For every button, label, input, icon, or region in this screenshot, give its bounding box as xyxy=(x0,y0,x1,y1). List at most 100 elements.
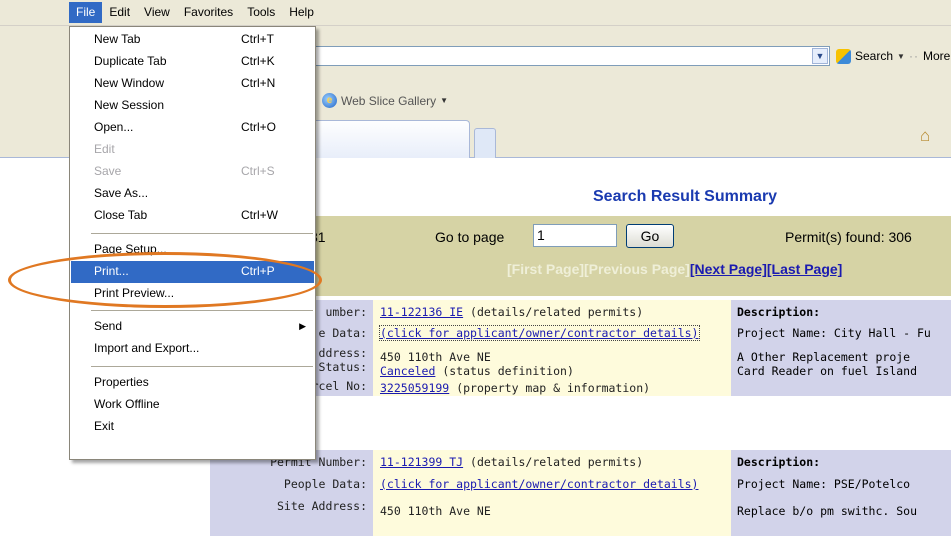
permits-found-count: Permit(s) found: 306 xyxy=(785,229,912,245)
menu-item-new-tab[interactable]: New Tab Ctrl+T xyxy=(71,29,314,51)
home-icon[interactable]: ⌂ xyxy=(920,126,940,146)
menu-item-close-tab[interactable]: Close Tab Ctrl+W xyxy=(71,205,314,227)
pager-last[interactable]: [Last Page] xyxy=(767,261,842,277)
people-data-link[interactable]: (click for applicant/owner/contractor de… xyxy=(380,477,699,491)
more-button[interactable]: More xyxy=(923,49,950,63)
permit-number-link[interactable]: 11-121399 TJ xyxy=(380,455,463,469)
menu-item-label: New Window xyxy=(94,76,165,90)
search-dropdown-icon[interactable]: ▼ xyxy=(897,52,905,61)
menu-item-shortcut: Ctrl+T xyxy=(241,32,274,46)
menu-item-send[interactable]: Send ▶ xyxy=(71,316,314,338)
label-status: Status: xyxy=(318,360,367,374)
menu-item-label: Send xyxy=(94,319,123,333)
record-description: Description: Project Name: City Hall - F… xyxy=(731,300,951,396)
label-people-data: People Data: xyxy=(283,477,367,491)
description-project-name: Project Name: PSE/Potelco xyxy=(737,477,911,491)
menu-item-save-as[interactable]: Save As... xyxy=(71,183,314,205)
description-text-line: A Other Replacement proje xyxy=(737,350,911,364)
site-address-value: 450 110th Ave NE xyxy=(380,350,491,364)
label-site-address: ddress: xyxy=(318,346,367,360)
menu-item-shortcut: Ctrl+O xyxy=(241,120,277,134)
menu-tools[interactable]: Tools xyxy=(240,2,282,23)
results-navigation-band: 31 Go to page 1 Go Permit(s) found: 306 … xyxy=(210,216,951,296)
menu-item-open[interactable]: Open... Ctrl+O xyxy=(71,117,314,139)
pager: [First Page][Previous Page][Next Page][L… xyxy=(507,261,842,277)
go-button[interactable]: Go xyxy=(626,224,674,248)
record-values: 11-122136 IE (details/related permits) (… xyxy=(373,300,731,396)
menu-item-label: Import and Export... xyxy=(94,341,200,355)
menu-favorites[interactable]: Favorites xyxy=(177,2,240,23)
menu-item-shortcut: Ctrl+S xyxy=(241,164,275,178)
record-description: Description: Project Name: PSE/Potelco R… xyxy=(731,450,951,536)
menu-separator xyxy=(91,233,313,234)
search-toolbar: Search ▼ ·· More xyxy=(836,46,950,66)
menu-help[interactable]: Help xyxy=(282,2,321,23)
menu-item-label: Duplicate Tab xyxy=(94,54,167,68)
menu-item-duplicate-tab[interactable]: Duplicate Tab Ctrl+K xyxy=(71,51,314,73)
address-input[interactable] xyxy=(300,46,830,66)
menu-item-label: New Tab xyxy=(94,32,141,46)
submenu-arrow-icon: ▶ xyxy=(299,321,306,331)
menu-item-shortcut: Ctrl+W xyxy=(241,208,278,222)
record-values: 11-121399 TJ (details/related permits) (… xyxy=(373,450,731,536)
web-slice-gallery-link[interactable]: e Web Slice Gallery ▼ xyxy=(322,93,448,108)
goto-page-input[interactable]: 1 xyxy=(533,224,617,247)
permit-number-link[interactable]: 11-122136 IE xyxy=(380,305,463,319)
label-people-data: e Data: xyxy=(318,326,367,340)
menu-item-label: Save As... xyxy=(94,186,149,200)
pager-first: [First Page] xyxy=(507,261,585,277)
permit-note: (details/related permits) xyxy=(470,455,644,469)
menu-item-import-export[interactable]: Import and Export... xyxy=(71,338,314,360)
label-permit-number: umber: xyxy=(325,305,367,319)
page-title: Search Result Summary xyxy=(593,188,778,205)
label-parcel-no: rcel No: xyxy=(311,379,367,393)
menu-item-exit[interactable]: Exit xyxy=(71,416,314,438)
tab-current[interactable] xyxy=(300,120,470,158)
parcel-number-link[interactable]: 3225059199 xyxy=(380,381,449,395)
menu-item-label: Properties xyxy=(94,375,149,389)
menu-item-label: Save xyxy=(94,164,122,178)
menu-item-label: Open... xyxy=(94,120,134,134)
menu-item-save: Save Ctrl+S xyxy=(71,161,314,183)
menu-item-work-offline[interactable]: Work Offline xyxy=(71,394,314,416)
description-project-name: Project Name: City Hall - Fu xyxy=(737,326,931,340)
goto-page-label: Go to page xyxy=(435,229,505,245)
menu-item-shortcut: Ctrl+N xyxy=(241,76,276,90)
ie-icon: e xyxy=(322,93,337,108)
menu-separator xyxy=(91,366,313,367)
menu-item-shortcut: Ctrl+K xyxy=(241,54,275,68)
description-heading: Description: xyxy=(737,305,821,319)
menu-item-properties[interactable]: Properties xyxy=(71,372,314,394)
web-slice-gallery-label: Web Slice Gallery xyxy=(341,93,437,108)
description-text-line: Replace b/o pm swithc. Sou xyxy=(737,504,918,518)
permit-record: umber: e Data: ddress: Status: rcel No: … xyxy=(210,300,951,396)
menu-file[interactable]: File xyxy=(69,2,103,23)
permit-note: (details/related permits) xyxy=(470,305,644,319)
toolbar-separator: ·· xyxy=(908,49,919,63)
menu-separator xyxy=(91,310,313,311)
permit-record: Permit Number: People Data: Site Address… xyxy=(210,450,951,536)
people-data-link[interactable]: (click for applicant/owner/contractor de… xyxy=(379,325,700,341)
description-heading: Description: xyxy=(737,455,821,469)
menu-edit[interactable]: Edit xyxy=(102,2,137,23)
menu-item-label: Edit xyxy=(94,142,115,156)
search-provider-icon[interactable] xyxy=(836,48,851,64)
file-menu: New Tab Ctrl+T Duplicate Tab Ctrl+K New Wi… xyxy=(69,26,316,460)
menu-bar: File Edit View Favorites Tools Help xyxy=(0,0,951,26)
search-button[interactable]: Search xyxy=(855,49,893,63)
menu-item-new-session[interactable]: New Session xyxy=(71,95,314,117)
new-tab-button[interactable] xyxy=(474,128,496,158)
chevron-down-icon: ▼ xyxy=(440,96,449,105)
pager-next[interactable]: [Next Page] xyxy=(690,261,767,277)
menu-item-new-window[interactable]: New Window Ctrl+N xyxy=(71,73,314,95)
parcel-note: (property map & information) xyxy=(456,381,651,395)
highlight-oval-annotation xyxy=(8,252,322,308)
menu-view[interactable]: View xyxy=(137,2,177,23)
status-note: (status definition) xyxy=(442,364,574,378)
record-labels: Permit Number: People Data: Site Address… xyxy=(210,450,373,536)
description-text-line: Card Reader on fuel Island xyxy=(737,364,918,378)
address-dropdown-button[interactable]: ▼ xyxy=(812,48,828,64)
menu-item-edit: Edit xyxy=(71,139,314,161)
status-link[interactable]: Canceled xyxy=(380,364,435,378)
menu-item-label: Close Tab xyxy=(94,208,148,222)
